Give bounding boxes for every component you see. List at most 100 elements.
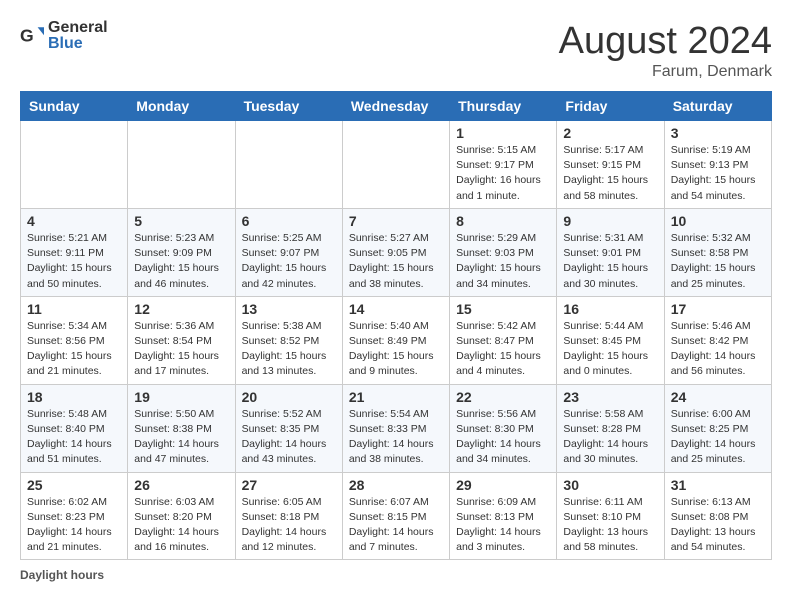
day-info: Sunrise: 5:27 AM Sunset: 9:05 PM Dayligh… [349, 231, 443, 292]
day-number: 19 [134, 389, 228, 405]
day-info: Sunrise: 5:38 AM Sunset: 8:52 PM Dayligh… [242, 319, 336, 380]
calendar-table: SundayMondayTuesdayWednesdayThursdayFrid… [20, 91, 772, 560]
day-info: Sunrise: 6:02 AM Sunset: 8:23 PM Dayligh… [27, 495, 121, 556]
footer: Daylight hours [20, 568, 772, 582]
day-number: 10 [671, 213, 765, 229]
day-number: 3 [671, 125, 765, 141]
calendar-cell: 2 Sunrise: 5:17 AM Sunset: 9:15 PM Daylig… [557, 121, 664, 209]
day-number: 25 [27, 477, 121, 493]
column-header-tuesday: Tuesday [235, 92, 342, 121]
calendar-cell: 30Sunrise: 6:11 AM Sunset: 8:10 PM Dayli… [557, 472, 664, 560]
day-number: 20 [242, 389, 336, 405]
day-info: Sunrise: 5:15 AM Sunset: 9:17 PM Dayligh… [456, 143, 550, 204]
calendar-cell: 12 Sunrise: 5:36 AM Sunset: 8:54 PM Dayli… [128, 296, 235, 384]
day-info: Sunrise: 6:13 AM Sunset: 8:08 PM Dayligh… [671, 495, 765, 556]
day-number: 5 [134, 213, 228, 229]
day-info: Sunrise: 5:36 AM Sunset: 8:54 PM Dayligh… [134, 319, 228, 380]
day-info: Sunrise: 5:48 AM Sunset: 8:40 PM Dayligh… [27, 407, 121, 468]
day-number: 23 [563, 389, 657, 405]
day-info: Sunrise: 5:56 AM Sunset: 8:30 PM Dayligh… [456, 407, 550, 468]
day-number: 21 [349, 389, 443, 405]
calendar-cell: 9 Sunrise: 5:31 AM Sunset: 9:01 PM Daylig… [557, 208, 664, 296]
column-header-saturday: Saturday [664, 92, 771, 121]
day-number: 24 [671, 389, 765, 405]
calendar-cell: 1 Sunrise: 5:15 AM Sunset: 9:17 PM Daylig… [450, 121, 557, 209]
calendar-cell: 20Sunrise: 5:52 AM Sunset: 8:35 PM Dayli… [235, 384, 342, 472]
day-number: 31 [671, 477, 765, 493]
calendar-cell [128, 121, 235, 209]
day-number: 2 [563, 125, 657, 141]
calendar-cell: 17Sunrise: 5:46 AM Sunset: 8:42 PM Dayli… [664, 296, 771, 384]
day-info: Sunrise: 5:19 AM Sunset: 9:13 PM Dayligh… [671, 143, 765, 204]
logo-blue: Blue [48, 35, 83, 52]
calendar-week-4: 18 Sunrise: 5:48 AM Sunset: 8:40 PM Dayli… [21, 384, 772, 472]
calendar-cell: 13Sunrise: 5:38 AM Sunset: 8:52 PM Dayli… [235, 296, 342, 384]
day-info: Sunrise: 5:25 AM Sunset: 9:07 PM Dayligh… [242, 231, 336, 292]
day-number: 1 [456, 125, 550, 141]
calendar-cell: 11Sunrise: 5:34 AM Sunset: 8:56 PM Dayli… [21, 296, 128, 384]
day-info: Sunrise: 5:44 AM Sunset: 8:45 PM Dayligh… [563, 319, 657, 380]
day-info: Sunrise: 5:21 AM Sunset: 9:11 PM Dayligh… [27, 231, 121, 292]
calendar-cell [342, 121, 449, 209]
calendar-week-3: 11Sunrise: 5:34 AM Sunset: 8:56 PM Dayli… [21, 296, 772, 384]
day-number: 8 [456, 213, 550, 229]
day-number: 18 [27, 389, 121, 405]
title-area: August 2024 Farum, Denmark [559, 20, 772, 81]
day-number: 4 [27, 213, 121, 229]
calendar-cell: 7 Sunrise: 5:27 AM Sunset: 9:05 PM Daylig… [342, 208, 449, 296]
calendar-cell: 8Sunrise: 5:29 AM Sunset: 9:03 PM Daylig… [450, 208, 557, 296]
calendar-cell: 21 Sunrise: 5:54 AM Sunset: 8:33 PM Dayli… [342, 384, 449, 472]
calendar-week-1: 1 Sunrise: 5:15 AM Sunset: 9:17 PM Daylig… [21, 121, 772, 209]
day-number: 17 [671, 301, 765, 317]
column-header-wednesday: Wednesday [342, 92, 449, 121]
day-number: 27 [242, 477, 336, 493]
calendar-cell: 5 Sunrise: 5:23 AM Sunset: 9:09 PM Daylig… [128, 208, 235, 296]
day-number: 22 [456, 389, 550, 405]
calendar-cell: 15Sunrise: 5:42 AM Sunset: 8:47 PM Dayli… [450, 296, 557, 384]
calendar-cell: 23 Sunrise: 5:58 AM Sunset: 8:28 PM Dayli… [557, 384, 664, 472]
calendar-week-2: 4 Sunrise: 5:21 AM Sunset: 9:11 PM Daylig… [21, 208, 772, 296]
day-info: Sunrise: 5:40 AM Sunset: 8:49 PM Dayligh… [349, 319, 443, 380]
day-number: 26 [134, 477, 228, 493]
logo-icon: G [20, 24, 44, 48]
calendar-cell: 28 Sunrise: 6:07 AM Sunset: 8:15 PM Dayli… [342, 472, 449, 560]
calendar-cell: 25 Sunrise: 6:02 AM Sunset: 8:23 PM Dayli… [21, 472, 128, 560]
column-header-sunday: Sunday [21, 92, 128, 121]
day-info: Sunrise: 6:00 AM Sunset: 8:25 PM Dayligh… [671, 407, 765, 468]
day-info: Sunrise: 5:58 AM Sunset: 8:28 PM Dayligh… [563, 407, 657, 468]
calendar-cell: 27 Sunrise: 6:05 AM Sunset: 8:18 PM Dayli… [235, 472, 342, 560]
calendar-cell: 3 Sunrise: 5:19 AM Sunset: 9:13 PM Daylig… [664, 121, 771, 209]
svg-text:G: G [20, 26, 34, 46]
calendar-cell: 29 Sunrise: 6:09 AM Sunset: 8:13 PM Dayli… [450, 472, 557, 560]
calendar-cell: 18 Sunrise: 5:48 AM Sunset: 8:40 PM Dayli… [21, 384, 128, 472]
day-number: 12 [134, 301, 228, 317]
calendar-cell [235, 121, 342, 209]
day-info: Sunrise: 5:34 AM Sunset: 8:56 PM Dayligh… [27, 319, 121, 380]
calendar-cell [21, 121, 128, 209]
calendar-cell: 22 Sunrise: 5:56 AM Sunset: 8:30 PM Dayli… [450, 384, 557, 472]
day-info: Sunrise: 5:17 AM Sunset: 9:15 PM Dayligh… [563, 143, 657, 204]
day-info: Sunrise: 6:05 AM Sunset: 8:18 PM Dayligh… [242, 495, 336, 556]
day-info: Sunrise: 5:54 AM Sunset: 8:33 PM Dayligh… [349, 407, 443, 468]
day-number: 14 [349, 301, 443, 317]
column-header-thursday: Thursday [450, 92, 557, 121]
day-info: Sunrise: 6:03 AM Sunset: 8:20 PM Dayligh… [134, 495, 228, 556]
day-number: 28 [349, 477, 443, 493]
day-info: Sunrise: 6:07 AM Sunset: 8:15 PM Dayligh… [349, 495, 443, 556]
day-number: 30 [563, 477, 657, 493]
day-info: Sunrise: 5:31 AM Sunset: 9:01 PM Dayligh… [563, 231, 657, 292]
footer-label: Daylight hours [20, 568, 104, 582]
day-info: Sunrise: 6:09 AM Sunset: 8:13 PM Dayligh… [456, 495, 550, 556]
calendar-cell: 10Sunrise: 5:32 AM Sunset: 8:58 PM Dayli… [664, 208, 771, 296]
calendar-cell: 19Sunrise: 5:50 AM Sunset: 8:38 PM Dayli… [128, 384, 235, 472]
calendar-week-5: 25 Sunrise: 6:02 AM Sunset: 8:23 PM Dayli… [21, 472, 772, 560]
day-number: 9 [563, 213, 657, 229]
location: Farum, Denmark [559, 63, 772, 81]
day-number: 29 [456, 477, 550, 493]
page-header: G General Blue August 2024 Farum, Denmar… [20, 20, 772, 81]
day-number: 7 [349, 213, 443, 229]
day-number: 15 [456, 301, 550, 317]
calendar-cell: 26 Sunrise: 6:03 AM Sunset: 8:20 PM Dayli… [128, 472, 235, 560]
day-info: Sunrise: 5:23 AM Sunset: 9:09 PM Dayligh… [134, 231, 228, 292]
calendar-cell: 24 Sunrise: 6:00 AM Sunset: 8:25 PM Dayli… [664, 384, 771, 472]
